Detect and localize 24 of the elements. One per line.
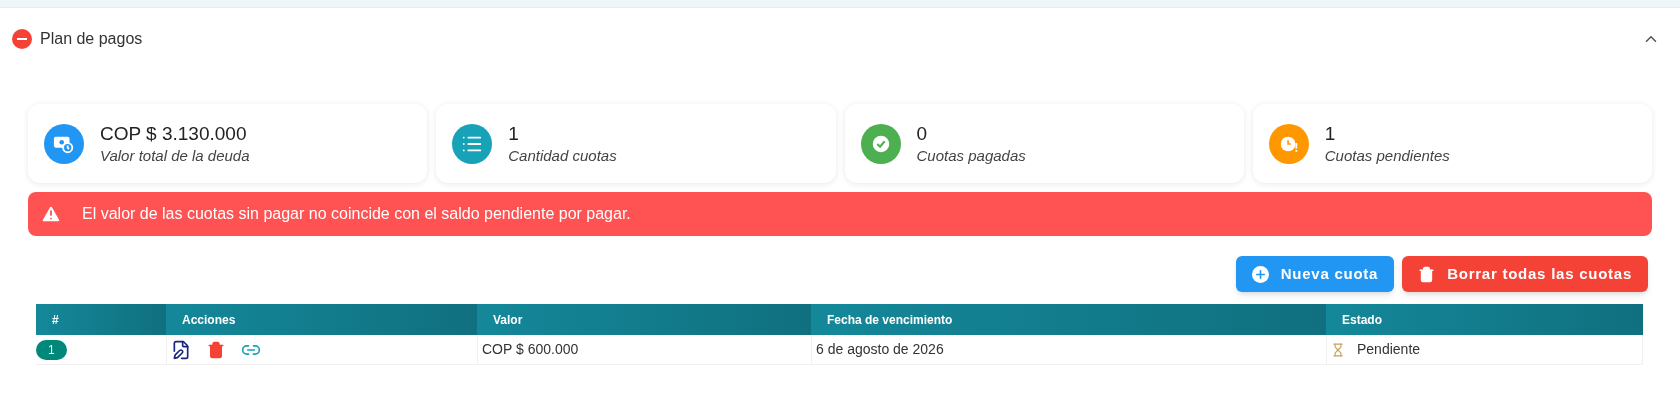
column-header: Fecha de vencimiento: [811, 304, 1326, 335]
table-cell: COP $ 600.000: [477, 335, 811, 364]
delete-all-button[interactable]: Borrar todas las cuotas: [1402, 256, 1648, 292]
trash-icon: [1418, 265, 1436, 283]
stat-value: 1: [508, 121, 520, 146]
table-cell: 6 de agosto de 2026: [811, 335, 1326, 364]
trash-icon[interactable]: [207, 340, 225, 359]
column-header: Valor: [477, 304, 811, 335]
stat-label: Cuotas pagadas: [916, 145, 1026, 166]
stat-value: 0: [916, 121, 929, 146]
new-installment-button[interactable]: Nueva cuota: [1235, 256, 1395, 292]
alert-message: El valor de las cuotas sin pagar no coincide con el saldo pendiente por pagar.: [82, 204, 631, 224]
stat-value: 1: [1324, 121, 1337, 146]
status-text: Pendiente: [1357, 340, 1421, 359]
edit-document-icon[interactable]: [171, 339, 191, 360]
stat-label: Cantidad cuotas: [508, 145, 617, 166]
warning-icon: [40, 203, 62, 225]
hourglass-icon: [1331, 342, 1345, 357]
stat-label: Cuotas pendientes: [1324, 145, 1450, 166]
panel-title: Plan de pagos: [40, 29, 143, 49]
row-index: 1: [36, 339, 67, 360]
stat-value: COP $ 3.130.000: [100, 121, 248, 146]
stat-label: Valor total de la deuda: [100, 145, 250, 166]
collapse-icon[interactable]: [12, 29, 32, 49]
